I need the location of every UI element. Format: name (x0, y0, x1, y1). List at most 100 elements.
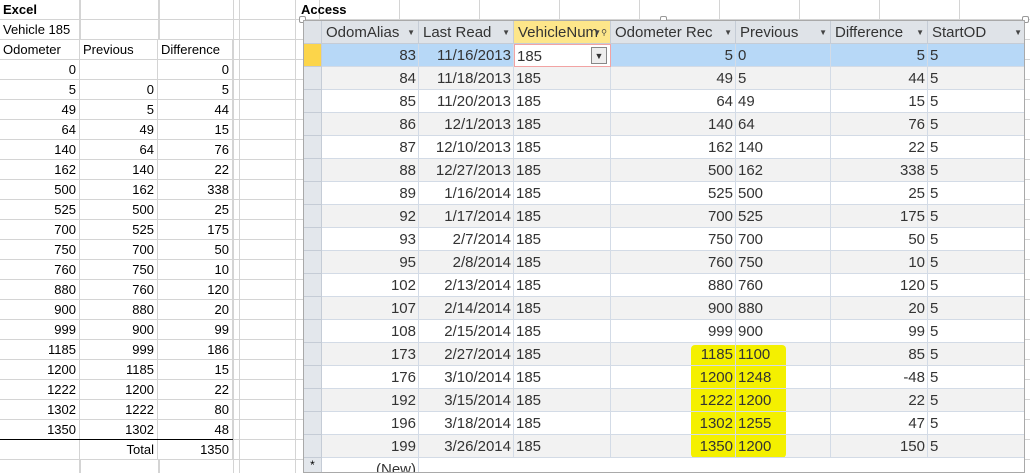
table-cell[interactable]: 185 (514, 136, 611, 159)
excel-cell[interactable]: 20 (158, 300, 233, 320)
excel-header[interactable]: Previous (80, 40, 158, 60)
table-cell[interactable]: 176 (322, 366, 419, 389)
table-cell[interactable]: 525 (611, 182, 736, 205)
table-cell[interactable]: 185 (514, 412, 611, 435)
excel-cell[interactable]: 500 (0, 180, 80, 200)
excel-cell[interactable]: 80 (158, 400, 233, 420)
excel-cell[interactable]: 44 (158, 100, 233, 120)
row-selector[interactable] (304, 159, 322, 182)
filter-icon[interactable]: ▼⚲ (593, 21, 607, 43)
table-cell[interactable]: 5 (928, 274, 1024, 297)
total-label[interactable]: Total (80, 440, 158, 460)
table-cell[interactable]: 1302 (611, 412, 736, 435)
table-cell[interactable]: 3/18/2014 (419, 412, 514, 435)
table-cell[interactable]: 2/7/2014 (419, 228, 514, 251)
excel-cell[interactable]: 999 (0, 320, 80, 340)
table-cell[interactable]: 5 (928, 343, 1024, 366)
row-selector[interactable] (304, 274, 322, 297)
excel-cell[interactable]: 15 (158, 120, 233, 140)
table-cell[interactable]: -48 (831, 366, 928, 389)
excel-cell[interactable]: 5 (80, 100, 158, 120)
table-cell[interactable]: 140 (611, 113, 736, 136)
excel-cell[interactable]: 22 (158, 160, 233, 180)
table-cell[interactable]: 102 (322, 274, 419, 297)
column-header-difference[interactable]: Difference ▼ (831, 21, 928, 44)
table-cell[interactable]: 5 (928, 366, 1024, 389)
row-selector[interactable] (304, 205, 322, 228)
row-selector[interactable] (304, 320, 322, 343)
column-header-odomalias[interactable]: OdomAlias ▼ (322, 21, 419, 44)
excel-cell[interactable]: 0 (158, 60, 233, 80)
excel-cell[interactable]: 99 (158, 320, 233, 340)
table-cell[interactable]: 140 (736, 136, 831, 159)
table-cell[interactable]: 47 (831, 412, 928, 435)
table-cell[interactable]: 50 (831, 228, 928, 251)
table-cell[interactable]: 5 (831, 44, 928, 67)
table-cell[interactable]: 185 (514, 113, 611, 136)
table-cell[interactable]: 1200 (736, 389, 831, 412)
excel-cell[interactable]: 5 (158, 80, 233, 100)
dropdown-arrow-icon[interactable]: ▼ (724, 21, 732, 43)
table-cell[interactable]: 185 (514, 251, 611, 274)
excel-cell[interactable]: 186 (158, 340, 233, 360)
excel-cell[interactable]: 525 (80, 220, 158, 240)
table-cell[interactable]: 500 (736, 182, 831, 205)
table-cell[interactable]: 0 (736, 44, 831, 67)
table-cell[interactable]: 44 (831, 67, 928, 90)
excel-cell[interactable]: 0 (0, 60, 80, 80)
table-cell[interactable]: 1200 (611, 366, 736, 389)
table-cell[interactable]: 3/26/2014 (419, 435, 514, 458)
table-cell[interactable]: 108 (322, 320, 419, 343)
table-cell[interactable]: 173 (322, 343, 419, 366)
row-selector[interactable] (304, 297, 322, 320)
excel-cell[interactable]: 162 (0, 160, 80, 180)
table-cell[interactable]: 1185 (611, 343, 736, 366)
table-cell[interactable]: 92 (322, 205, 419, 228)
row-selector[interactable] (304, 90, 322, 113)
table-cell[interactable]: 880 (611, 274, 736, 297)
excel-cell[interactable]: 25 (158, 200, 233, 220)
table-cell[interactable]: 199 (322, 435, 419, 458)
excel-cell[interactable]: 900 (0, 300, 80, 320)
table-cell[interactable]: 5 (928, 90, 1024, 113)
excel-cell[interactable]: 162 (80, 180, 158, 200)
table-cell[interactable]: 84 (322, 67, 419, 90)
table-cell[interactable]: 900 (611, 297, 736, 320)
table-cell[interactable]: 87 (322, 136, 419, 159)
row-selector[interactable] (304, 343, 322, 366)
table-cell[interactable]: 5 (928, 113, 1024, 136)
table-cell[interactable]: 999 (611, 320, 736, 343)
table-cell[interactable]: 1/17/2014 (419, 205, 514, 228)
table-cell[interactable]: 64 (611, 90, 736, 113)
table-cell[interactable]: 10 (831, 251, 928, 274)
table-cell[interactable]: 1350 (611, 435, 736, 458)
table-cell[interactable]: 185 (514, 435, 611, 458)
table-cell[interactable]: 196 (322, 412, 419, 435)
excel-cell[interactable]: 1200 (80, 380, 158, 400)
table-cell[interactable]: 1255 (736, 412, 831, 435)
table-cell[interactable]: 25 (831, 182, 928, 205)
column-header-previous[interactable]: Previous ▼ (736, 21, 831, 44)
table-cell[interactable]: 525 (736, 205, 831, 228)
table-cell[interactable]: 185 ▼ (514, 44, 611, 67)
excel-cell[interactable]: 750 (80, 260, 158, 280)
table-cell[interactable]: 107 (322, 297, 419, 320)
table-cell[interactable]: 185 (514, 228, 611, 251)
dropdown-arrow-icon[interactable]: ▼ (502, 21, 510, 43)
table-cell[interactable]: 11/20/2013 (419, 90, 514, 113)
row-selector[interactable] (304, 182, 322, 205)
table-cell[interactable]: 49 (736, 90, 831, 113)
table-cell[interactable]: 2/8/2014 (419, 251, 514, 274)
table-cell[interactable]: 5 (928, 67, 1024, 90)
excel-cell[interactable]: 15 (158, 360, 233, 380)
table-cell[interactable]: 76 (831, 113, 928, 136)
excel-header[interactable]: Odometer (0, 40, 80, 60)
table-cell[interactable]: 185 (514, 343, 611, 366)
column-header-vehiclenum[interactable]: VehicleNum ▼⚲ (514, 21, 611, 44)
row-selector[interactable] (304, 412, 322, 435)
table-cell[interactable]: 15 (831, 90, 928, 113)
table-cell[interactable]: 5 (928, 136, 1024, 159)
table-cell[interactable]: 750 (736, 251, 831, 274)
table-cell[interactable]: 5 (928, 320, 1024, 343)
excel-title[interactable]: Excel (0, 0, 80, 20)
